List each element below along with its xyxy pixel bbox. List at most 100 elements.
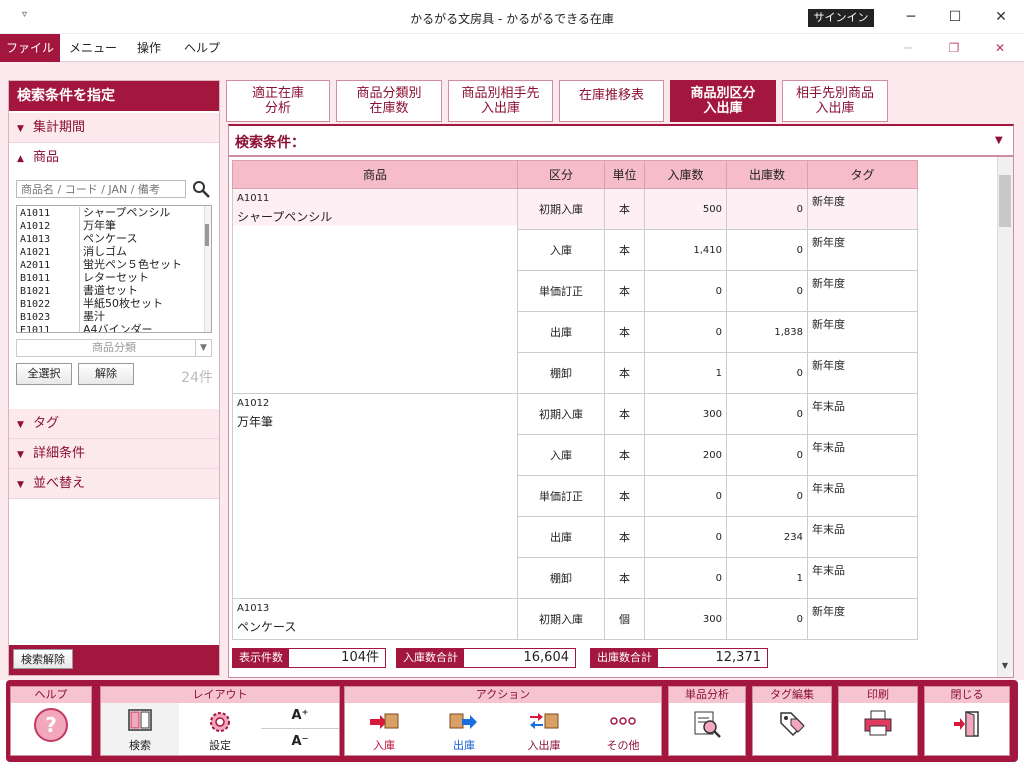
menu-file[interactable]: ファイル: [0, 34, 60, 62]
stock-in-button[interactable]: 入庫: [345, 703, 423, 755]
product-list-item[interactable]: B1011 レターセット: [17, 271, 211, 285]
table-row[interactable]: A1013 ペンケース 初期入庫個 300 0 新年度: [232, 598, 918, 640]
font-size-down-button[interactable]: A⁻: [261, 729, 339, 755]
close-app-button[interactable]: [925, 703, 1009, 755]
table-row[interactable]: A1012 万年筆 初期入庫本 300 0 年末品: [232, 393, 918, 599]
stock-out-button[interactable]: 出庫: [425, 703, 503, 755]
product-name: ペンケース: [83, 232, 138, 245]
signin-button[interactable]: サインイン: [808, 9, 874, 27]
layout-search-button[interactable]: 検索: [101, 703, 179, 755]
unit-cell: 本: [604, 516, 645, 558]
tag-cell: 新年度: [807, 311, 918, 353]
close-icon[interactable]: ✕: [986, 6, 1016, 28]
product-list-item[interactable]: A2011 蛍光ペン５色セット: [17, 258, 211, 272]
unit-cell: 本: [604, 557, 645, 599]
condition-label: 検索条件：: [235, 135, 305, 151]
column-header[interactable]: 商品: [232, 160, 518, 189]
product-list[interactable]: A1011 シャープペンシル A1012 万年筆 A1013 ペンケース A1021 消しゴム…: [16, 205, 212, 333]
print-group[interactable]: 印刷: [838, 686, 918, 756]
grid-scroll-thumb[interactable]: [999, 175, 1011, 227]
product-list-item[interactable]: A1011 シャープペンシル: [17, 206, 211, 220]
kubun-cell: 単価訂正: [517, 270, 605, 312]
section-detail[interactable]: ▼ 詳細条件: [9, 439, 219, 469]
product-code: A1012: [237, 398, 270, 409]
column-header[interactable]: 出庫数: [726, 160, 808, 189]
product-list-item[interactable]: B1022 半紙50枚セット: [17, 297, 211, 311]
tab-4[interactable]: 在庫推移表: [559, 80, 664, 122]
column-header[interactable]: 入庫数: [644, 160, 727, 189]
stock-in-icon: [370, 713, 399, 729]
tab-5[interactable]: 商品別区分 入出庫: [670, 80, 776, 122]
section-tag[interactable]: ▼ タグ: [9, 409, 219, 439]
product-list-scroll-thumb[interactable]: [205, 224, 209, 246]
tag-cell: 新年度: [807, 598, 918, 640]
product-name: レターセット: [83, 271, 149, 284]
section-period[interactable]: ▼ 集計期間: [9, 113, 219, 143]
out-qty-cell: 0: [726, 229, 808, 271]
clear-search-button[interactable]: 検索解除: [13, 649, 73, 669]
tag-edit-button[interactable]: [753, 703, 831, 755]
menu-operation[interactable]: 操作: [128, 34, 170, 62]
tab-2[interactable]: 商品分類別 在庫数: [336, 80, 442, 122]
tab-6[interactable]: 相手先別商品 入出庫: [782, 80, 888, 122]
deselect-button[interactable]: 解除: [78, 363, 134, 385]
product-list-item[interactable]: B1021 書道セット: [17, 284, 211, 298]
help-group: ヘルプ ?: [10, 686, 92, 756]
tag-edit-group[interactable]: タグ編集: [752, 686, 832, 756]
unit-cell: 本: [604, 270, 645, 312]
product-list-item[interactable]: B1023 墨汁: [17, 310, 211, 324]
kubun-cell: 初期入庫: [517, 393, 605, 435]
help-button[interactable]: ?: [11, 703, 91, 755]
mdi-restore-icon[interactable]: ❐: [942, 39, 966, 57]
tag-cell: 新年度: [807, 352, 918, 394]
exit-door-icon: [954, 711, 979, 737]
section-product[interactable]: ▲ 商品: [9, 143, 219, 173]
layout-settings-button[interactable]: 設定: [181, 703, 259, 755]
table-row[interactable]: A1011 シャープペンシル 初期入庫本 500 0 新年度: [232, 188, 918, 394]
product-search-input[interactable]: [16, 180, 186, 198]
print-button[interactable]: [839, 703, 917, 755]
out-qty-cell: 0: [726, 598, 808, 640]
minimize-icon[interactable]: ─: [896, 6, 926, 28]
section-sort[interactable]: ▼ 並べ替え: [9, 469, 219, 499]
condition-bar[interactable]: 検索条件： ▼: [228, 124, 1014, 156]
other-action-button[interactable]: その他: [585, 703, 661, 755]
column-header[interactable]: 単位: [604, 160, 645, 189]
menu-help[interactable]: ヘルプ: [178, 34, 226, 62]
kubun-cell: 出庫: [517, 311, 605, 353]
stock-inout-button[interactable]: 入出庫: [505, 703, 583, 755]
product-list-item[interactable]: A1012 万年筆: [17, 219, 211, 233]
mdi-minimize-icon[interactable]: ─: [896, 39, 920, 57]
product-list-item[interactable]: A1013 ペンケース: [17, 232, 211, 246]
in-qty-cell: 0: [644, 516, 727, 558]
in-qty-cell: 500: [644, 188, 727, 230]
close-group[interactable]: 閉じる: [924, 686, 1010, 756]
font-size-up-button[interactable]: A⁺: [261, 703, 339, 729]
search-icon[interactable]: [191, 179, 211, 199]
search-panel: 検索条件を指定 ▼集計期間 ▲商品 A1011シャープペンシルA1012万年筆A…: [8, 80, 220, 676]
menu-menu[interactable]: メニュー: [66, 34, 120, 62]
in-qty-cell: 300: [644, 393, 727, 435]
display-count-box: 表示件数 104件: [232, 648, 386, 668]
tab-1[interactable]: 適正在庫 分析: [226, 80, 330, 122]
tag-cell: 新年度: [807, 270, 918, 312]
column-header[interactable]: 区分: [517, 160, 605, 189]
unit-cell: 本: [604, 475, 645, 517]
out-qty-cell: 0: [726, 270, 808, 312]
product-list-item[interactable]: A1021 消しゴム: [17, 245, 211, 259]
category-select[interactable]: 商品分類 ▼: [16, 339, 212, 357]
select-all-button[interactable]: 全選択: [16, 363, 72, 385]
single-analysis-group[interactable]: 単品分析: [668, 686, 746, 756]
column-header[interactable]: タグ: [807, 160, 918, 189]
question-icon: ?: [34, 708, 68, 742]
tab-label: 在庫推移表: [578, 88, 644, 103]
maximize-icon[interactable]: ☐: [940, 6, 970, 28]
single-analysis-button[interactable]: [669, 703, 745, 755]
unit-cell: 本: [604, 352, 645, 394]
mdi-close-icon[interactable]: ✕: [988, 39, 1012, 57]
chevron-down-icon[interactable]: ▼: [995, 135, 1003, 146]
tab-3[interactable]: 商品別相手先 入出庫: [448, 80, 553, 122]
product-list-item[interactable]: E1011 A4バインダー: [17, 323, 211, 332]
more-icon: [610, 717, 636, 725]
grid-scrollbar[interactable]: [997, 157, 1013, 677]
